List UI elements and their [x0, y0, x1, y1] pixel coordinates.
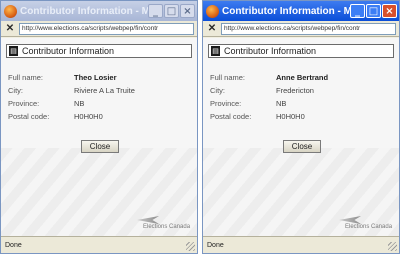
field-label: Full name:: [8, 73, 44, 82]
window-title: Contributor Information - Mozilla ...: [20, 5, 148, 17]
status-bar: Done: [203, 236, 399, 253]
elections-canada-logo: Elections Canada: [137, 216, 191, 232]
field-row-city: City: Fredericton: [210, 85, 394, 96]
maximize-button[interactable]: □: [164, 4, 179, 18]
field-label: Full name:: [210, 73, 246, 82]
url-field[interactable]: http://www.elections.ca/scripts/webpep/f…: [221, 22, 396, 35]
minimize-button[interactable]: _: [350, 4, 365, 18]
field-value: H0H0H0: [74, 112, 103, 121]
close-window-button[interactable]: ×: [180, 4, 195, 18]
logo-text: Elections Canada: [143, 224, 191, 230]
firefox-icon: [4, 4, 17, 18]
title-bar[interactable]: Contributor Information - Mozilla ... _ …: [1, 1, 197, 21]
field-row-full-name: Full name: Anne Bertrand: [210, 72, 394, 83]
panel-title: Contributor Information: [22, 46, 115, 56]
minimize-button[interactable]: _: [148, 4, 163, 18]
close-button[interactable]: Close: [283, 140, 321, 153]
resize-grip[interactable]: [186, 242, 195, 251]
panel-title: Contributor Information: [224, 46, 317, 56]
field-row-postal-code: Postal code: H0H0H0: [210, 111, 394, 122]
popup-window-left: Contributor Information - Mozilla ... _ …: [0, 0, 198, 254]
field-value: NB: [276, 99, 287, 108]
field-value: Anne Bertrand: [276, 73, 329, 82]
logo-text: Elections Canada: [345, 224, 393, 230]
field-label: Postal code:: [210, 112, 252, 121]
field-value: Theo Losier: [74, 73, 117, 82]
address-bar: ✕ http://www.elections.ca/scripts/webpep…: [1, 21, 197, 37]
page-content: ▤ Contributor Information Full name: The…: [1, 38, 197, 236]
status-text: Done: [5, 241, 22, 249]
page-content: ▤ Contributor Information Full name: Ann…: [203, 38, 399, 236]
panel-header: ▤ Contributor Information: [208, 44, 394, 58]
field-label: City:: [8, 86, 23, 95]
resize-grip[interactable]: [388, 242, 397, 251]
field-value: NB: [74, 99, 85, 108]
status-bar: Done: [1, 236, 197, 253]
logo-mark-icon: [137, 216, 159, 224]
address-bar: ✕ http://www.elections.ca/scripts/webpep…: [203, 21, 399, 37]
title-bar[interactable]: Contributor Information - Mozilla ... _ …: [203, 1, 399, 21]
field-value: Fredericton: [276, 86, 314, 95]
field-label: Province:: [8, 99, 40, 108]
close-window-button[interactable]: ×: [382, 4, 397, 18]
field-label: City:: [210, 86, 225, 95]
url-field[interactable]: http://www.elections.ca/scripts/webpep/f…: [19, 22, 194, 35]
document-icon: ▤: [9, 46, 18, 56]
field-row-city: City: Riviere A La Truite: [8, 85, 192, 96]
field-value: Riviere A La Truite: [74, 86, 135, 95]
window-title: Contributor Information - Mozilla ...: [222, 5, 350, 17]
elections-canada-logo: Elections Canada: [339, 216, 393, 232]
field-label: Province:: [210, 99, 242, 108]
field-label: Postal code:: [8, 112, 50, 121]
document-icon: ▤: [211, 46, 220, 56]
field-row-postal-code: Postal code: H0H0H0: [8, 111, 192, 122]
popup-window-right: Contributor Information - Mozilla ... _ …: [202, 0, 400, 254]
maximize-button[interactable]: □: [366, 4, 381, 18]
close-button[interactable]: Close: [81, 140, 119, 153]
status-text: Done: [207, 241, 224, 249]
firefox-icon: [206, 4, 219, 18]
logo-mark-icon: [339, 216, 361, 224]
field-row-province: Province: NB: [8, 98, 192, 109]
site-icon: ✕: [5, 23, 15, 34]
field-row-full-name: Full name: Theo Losier: [8, 72, 192, 83]
panel-header: ▤ Contributor Information: [6, 44, 192, 58]
field-value: H0H0H0: [276, 112, 305, 121]
field-row-province: Province: NB: [210, 98, 394, 109]
site-icon: ✕: [207, 23, 217, 34]
